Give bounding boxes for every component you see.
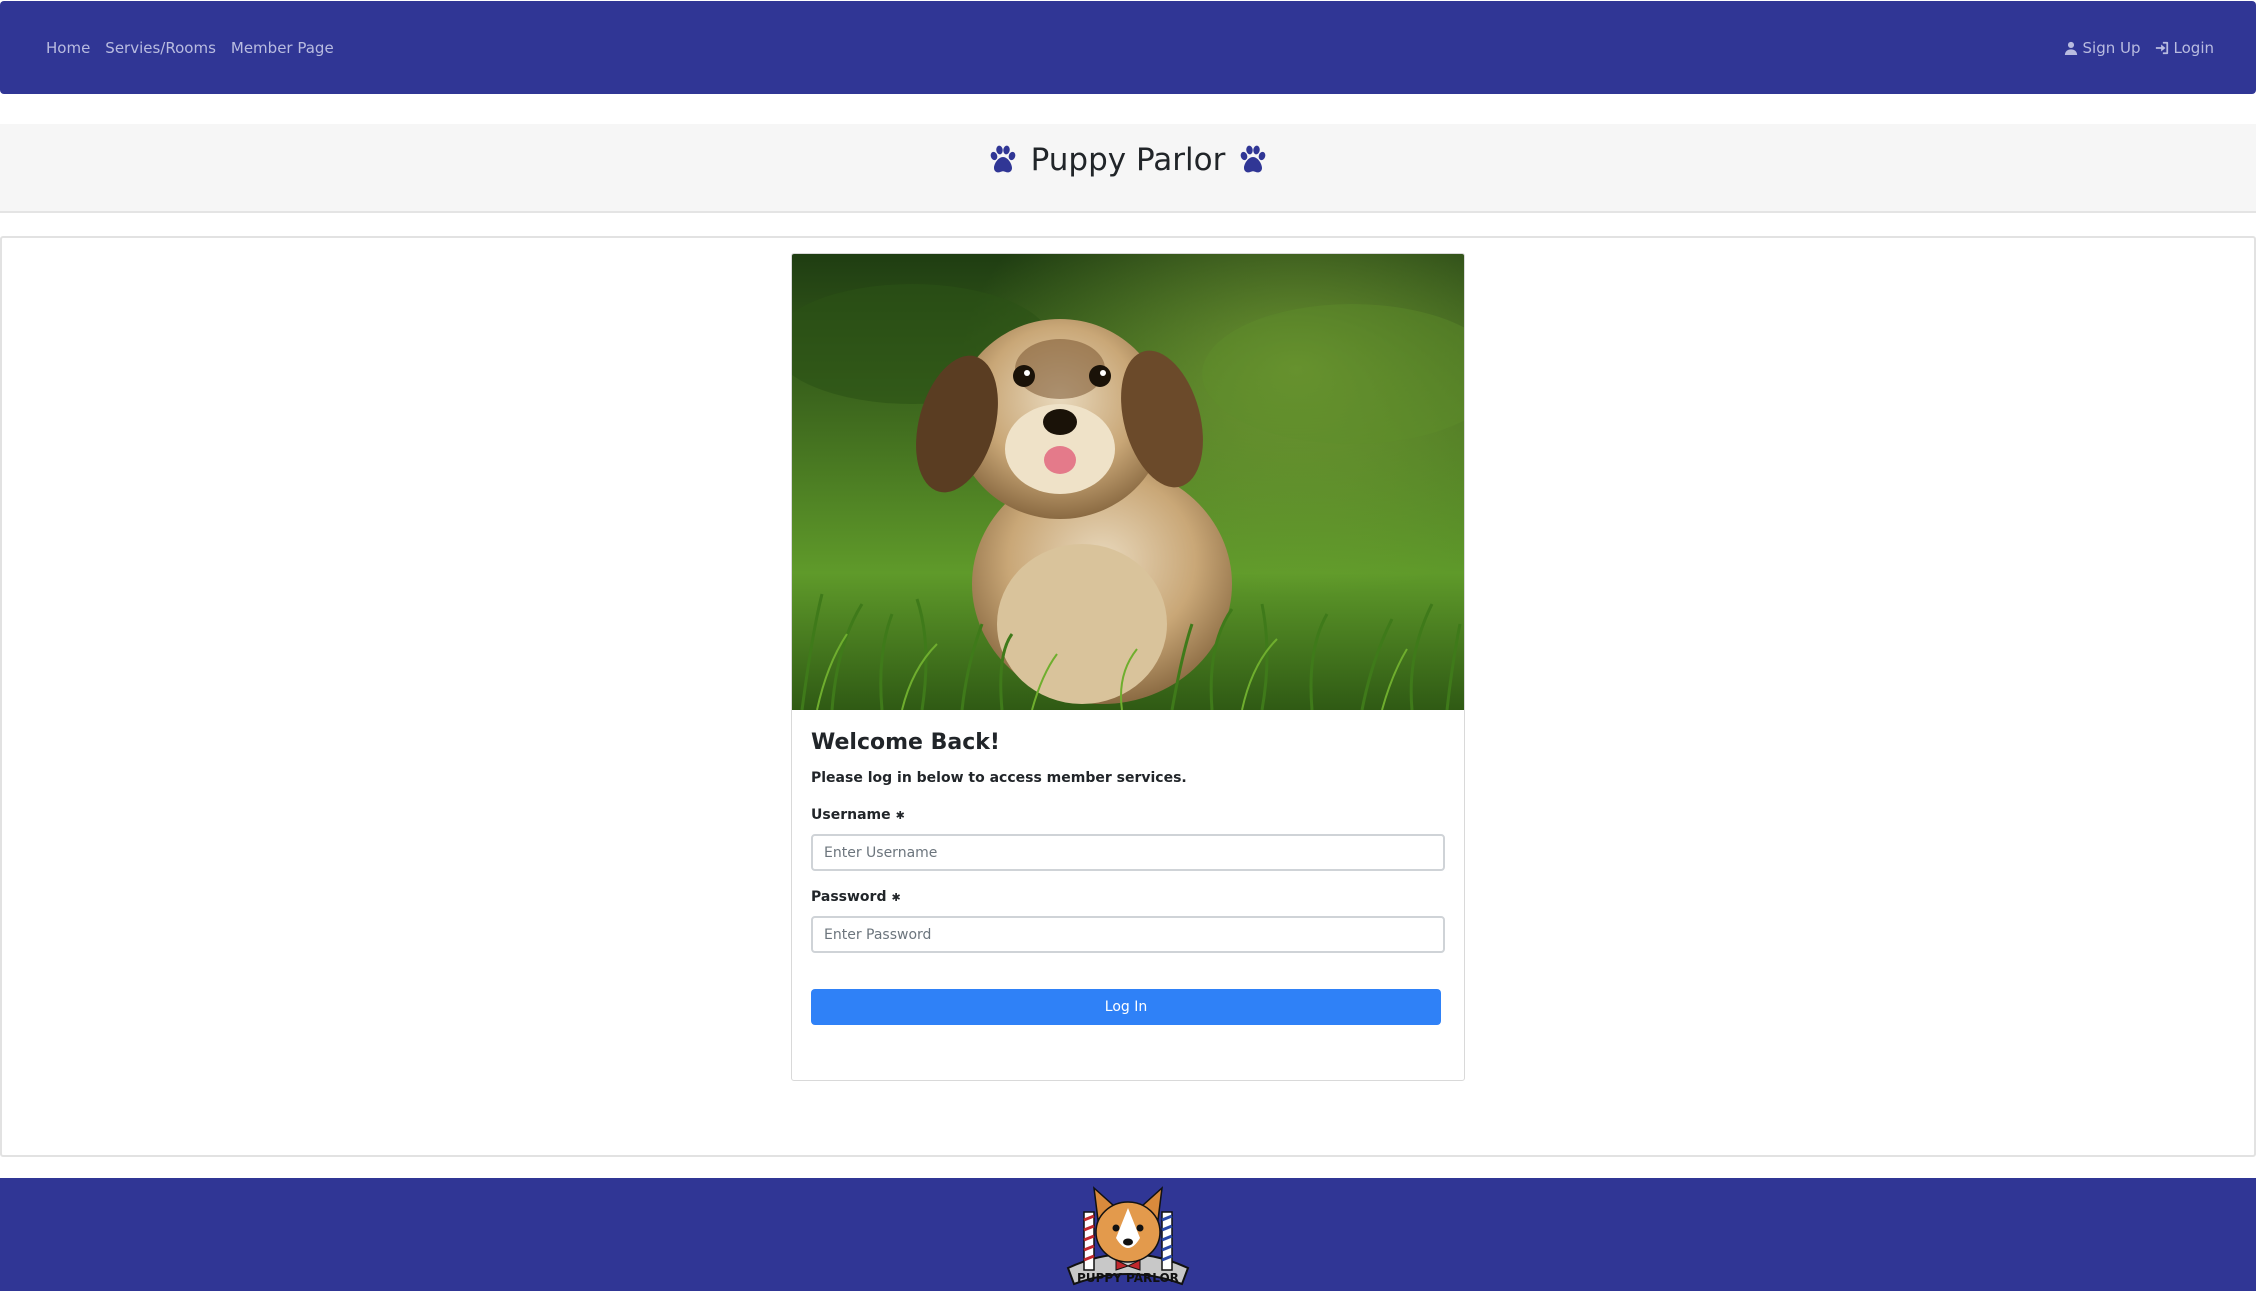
puppy-photo bbox=[792, 254, 1464, 710]
nav-links: Home Servies/Rooms Member Page bbox=[46, 1, 334, 94]
nav-auth-links: Sign Up Login bbox=[2064, 1, 2214, 94]
signup-label: Sign Up bbox=[2082, 38, 2141, 57]
username-input[interactable] bbox=[811, 834, 1445, 871]
puppy-parlor-logo: PUPPY PARLOR bbox=[1066, 1186, 1190, 1286]
password-label: Password ✱ bbox=[811, 889, 901, 905]
login-label: Login bbox=[2173, 38, 2214, 57]
username-label-text: Username bbox=[811, 807, 891, 823]
username-label: Username ✱ bbox=[811, 807, 905, 823]
nav-member-page-link[interactable]: Member Page bbox=[231, 39, 334, 57]
password-input[interactable] bbox=[811, 916, 1445, 953]
top-navbar: Home Servies/Rooms Member Page Sign Up L… bbox=[0, 1, 2256, 94]
site-title-text: Puppy Parlor bbox=[1030, 141, 1226, 178]
login-instructions: Please log in below to access member ser… bbox=[811, 770, 1187, 786]
logo-text: PUPPY PARLOR bbox=[1077, 1271, 1179, 1285]
login-link[interactable]: Login bbox=[2155, 39, 2214, 57]
paw-icon bbox=[1241, 145, 1266, 172]
user-icon bbox=[2064, 41, 2077, 55]
required-asterisk-icon: ✱ bbox=[891, 890, 901, 904]
page-header: Puppy Parlor bbox=[0, 124, 2256, 213]
login-button[interactable]: Log In bbox=[811, 989, 1441, 1025]
password-label-text: Password bbox=[811, 889, 887, 905]
required-asterisk-icon: ✱ bbox=[895, 808, 905, 822]
sign-in-icon bbox=[2155, 41, 2168, 54]
site-title: Puppy Parlor bbox=[987, 142, 1270, 178]
signup-link[interactable]: Sign Up bbox=[2064, 39, 2141, 57]
nav-home-link[interactable]: Home bbox=[46, 39, 90, 57]
footer: PUPPY PARLOR bbox=[0, 1178, 2256, 1291]
nav-services-link[interactable]: Servies/Rooms bbox=[105, 39, 216, 57]
login-card: Welcome Back! Please log in below to acc… bbox=[791, 253, 1465, 1081]
welcome-heading: Welcome Back! bbox=[811, 730, 1000, 755]
paw-icon bbox=[990, 145, 1015, 172]
